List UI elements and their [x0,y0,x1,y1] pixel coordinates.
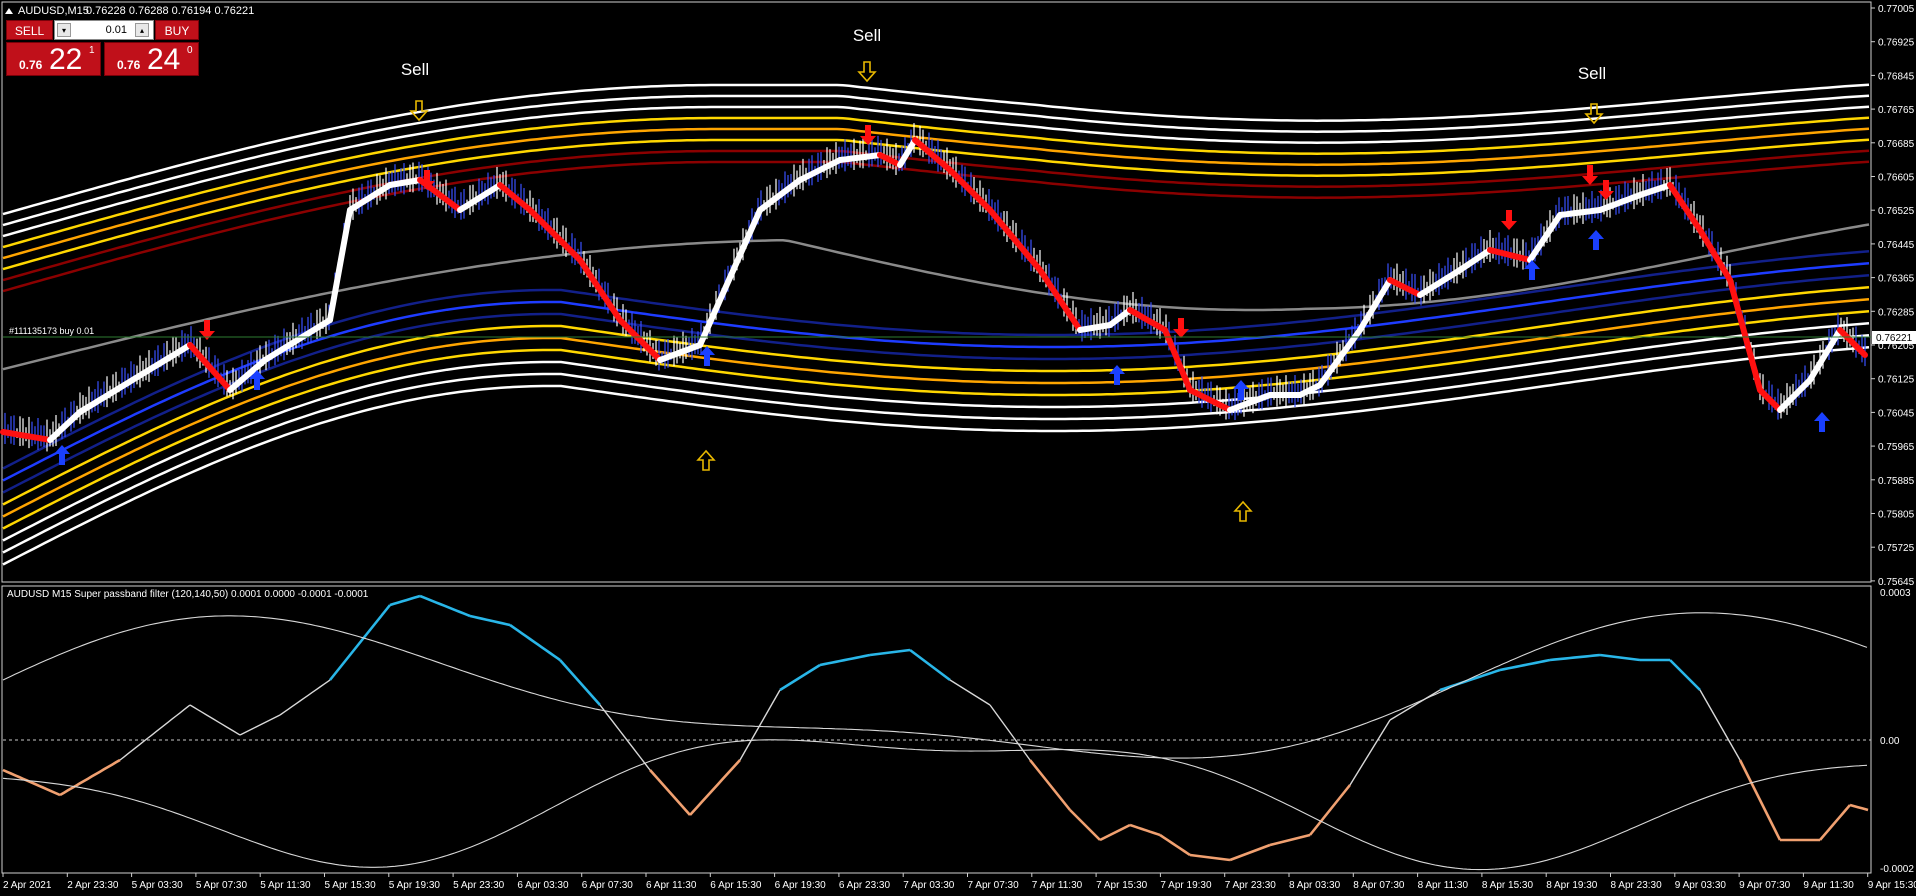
time-axis-label: 9 Apr 11:30 [1803,880,1854,891]
time-axis-label: 9 Apr 07:30 [1739,880,1791,891]
time-axis-label: 8 Apr 11:30 [1418,880,1469,891]
time-axis-label: 5 Apr 03:30 [132,880,184,891]
price-axis-label: 0.76045 [1878,408,1915,419]
time-axis-label: 7 Apr 23:30 [1225,880,1277,891]
sell-annotation-1: Sell [401,60,429,79]
time-axis-label: 7 Apr 07:30 [968,880,1020,891]
time-axis-label: 8 Apr 19:30 [1546,880,1598,891]
price-chart[interactable]: AUDUSD,M15 0.76228 0.76288 0.76194 0.762… [0,0,1916,896]
price-axis-label: 0.76365 [1878,274,1915,285]
price-axis-label: 0.76285 [1878,307,1915,318]
time-axis-label: 7 Apr 03:30 [903,880,955,891]
one-click-trading-panel: SELL ▾ ▴ BUY 0.76 22 1 0.76 24 0 [6,20,199,76]
sell-price-button[interactable]: 0.76 22 1 [6,42,101,76]
time-axis-label: 8 Apr 15:30 [1482,880,1534,891]
buy-price-button[interactable]: 0.76 24 0 [104,42,199,76]
price-axis-label: 0.76925 [1878,38,1915,49]
price-axis-label: 0.76125 [1878,375,1915,386]
buy-price-prefix: 0.76 [117,58,141,72]
price-axis-label: 0.76685 [1878,139,1915,150]
time-axis-label: 8 Apr 03:30 [1289,880,1341,891]
price-axis-label: 0.75885 [1878,476,1915,487]
price-axis-label: 0.75965 [1878,442,1915,453]
time-axis-label: 6 Apr 19:30 [775,880,827,891]
time-axis-label: 5 Apr 19:30 [389,880,441,891]
time-axis-label: 9 Apr 03:30 [1675,880,1727,891]
ohlc-readout: 0.76228 0.76288 0.76194 0.76221 [86,5,254,17]
buy-small-button[interactable]: BUY [155,20,199,40]
time-axis-label: 6 Apr 15:30 [710,880,762,891]
sell-price-pips: 22 [49,43,83,76]
sell-small-button[interactable]: SELL [6,20,53,40]
time-axis-label: 5 Apr 11:30 [260,880,311,891]
sell-price-prefix: 0.76 [19,58,43,72]
time-axis-label: 6 Apr 11:30 [646,880,697,891]
price-axis-label: 0.75805 [1878,510,1915,521]
sell-annotation-3: Sell [1578,64,1606,83]
buy-price-pips: 24 [147,43,181,76]
price-axis-label: 0.77005 [1878,4,1915,15]
price-axis-label: 0.76445 [1878,240,1915,251]
time-axis-label: 5 Apr 07:30 [196,880,248,891]
indicator-title: AUDUSD M15 Super passband filter (120,14… [7,589,369,600]
price-axis-label: 0.76845 [1878,71,1915,82]
price-axis-label: 0.76765 [1878,105,1915,116]
price-axis-label: 0.75645 [1878,577,1915,588]
time-axis-label: 8 Apr 07:30 [1353,880,1405,891]
lot-increase-button[interactable]: ▴ [135,23,149,37]
price-axis-label: 0.75725 [1878,543,1915,554]
time-axis-label: 6 Apr 23:30 [839,880,891,891]
time-axis-label: 8 Apr 23:30 [1611,880,1663,891]
time-axis-label: 2 Apr 2021 [3,880,52,891]
price-axis-label: 0.76605 [1878,173,1915,184]
time-axis-label: 7 Apr 15:30 [1096,880,1148,891]
time-axis-label: 5 Apr 23:30 [453,880,505,891]
buy-price-fraction: 0 [187,45,193,56]
sell-annotation-2: Sell [853,26,881,45]
time-axis-label: 7 Apr 11:30 [1032,880,1083,891]
order-line-label: #111135173 buy 0.01 [9,326,94,336]
lot-size-input[interactable] [71,22,131,38]
time-axis-label: 5 Apr 15:30 [325,880,377,891]
time-axis-label: 6 Apr 03:30 [517,880,569,891]
sell-price-fraction: 1 [89,45,95,56]
indicator-axis-bottom: -0.0002 [1880,864,1914,875]
time-axis-label: 6 Apr 07:30 [582,880,634,891]
time-axis-label: 7 Apr 19:30 [1160,880,1212,891]
time-axis-label: 2 Apr 23:30 [67,880,119,891]
lot-size-control: ▾ ▴ [54,20,154,40]
time-axis-label: 9 Apr 15:30 [1868,880,1916,891]
indicator-axis-zero: 0.00 [1880,736,1900,747]
symbol-title: AUDUSD,M15 [18,5,89,17]
current-price-label: 0.76221 [1876,333,1913,344]
price-axis-label: 0.76525 [1878,206,1915,217]
lot-decrease-button[interactable]: ▾ [57,23,71,37]
indicator-axis-top: 0.0003 [1880,588,1911,599]
